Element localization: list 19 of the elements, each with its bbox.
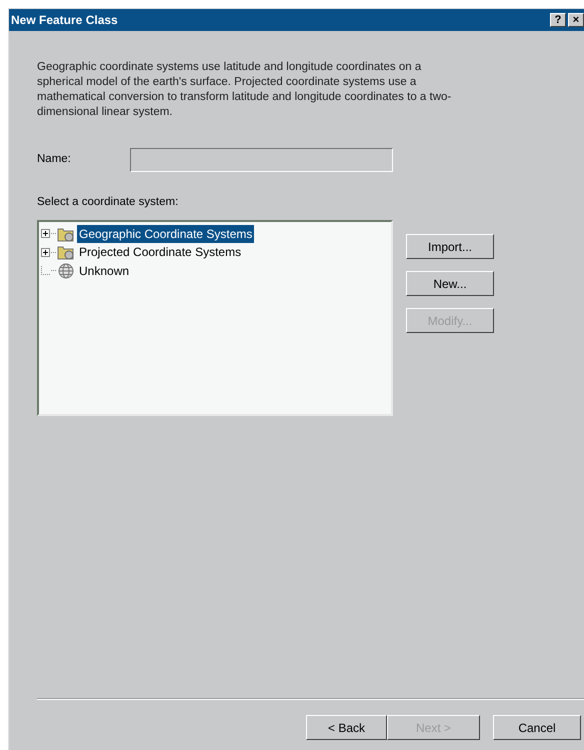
folder-globe-icon (57, 244, 75, 260)
folder-globe-icon (57, 226, 75, 242)
dialog-button[interactable]: New... (406, 271, 494, 296)
name-label: Name: (37, 152, 72, 168)
dialog-button[interactable]: Import... (406, 234, 494, 260)
description-text: Geographic coordinate systems use latitude and longitude coordinates on a spherical model of the earth's surface. Projected coordinate systems use a mathematical conversion to transform latitude and longitude coordinates to a two-dimensional linear system. (37, 60, 452, 120)
tree-label: Select a coordinate system: (37, 195, 180, 210)
expand-icon[interactable] (41, 229, 50, 238)
window-title: New Feature Class (11, 12, 119, 29)
close-button[interactable]: × (568, 13, 584, 27)
tree-item[interactable]: Unknown (77, 262, 132, 280)
tree-line-icon (41, 266, 50, 275)
globe-icon (57, 262, 75, 278)
help-button[interactable]: ? (550, 13, 566, 27)
expand-icon[interactable] (41, 248, 50, 256)
tree-item[interactable]: Geographic Coordinate Systems (77, 224, 254, 242)
tree-item[interactable]: Projected Coordinate Systems (77, 243, 244, 261)
dialog-button[interactable]: < Back (306, 715, 387, 740)
dialog-button[interactable]: Cancel (493, 715, 581, 740)
